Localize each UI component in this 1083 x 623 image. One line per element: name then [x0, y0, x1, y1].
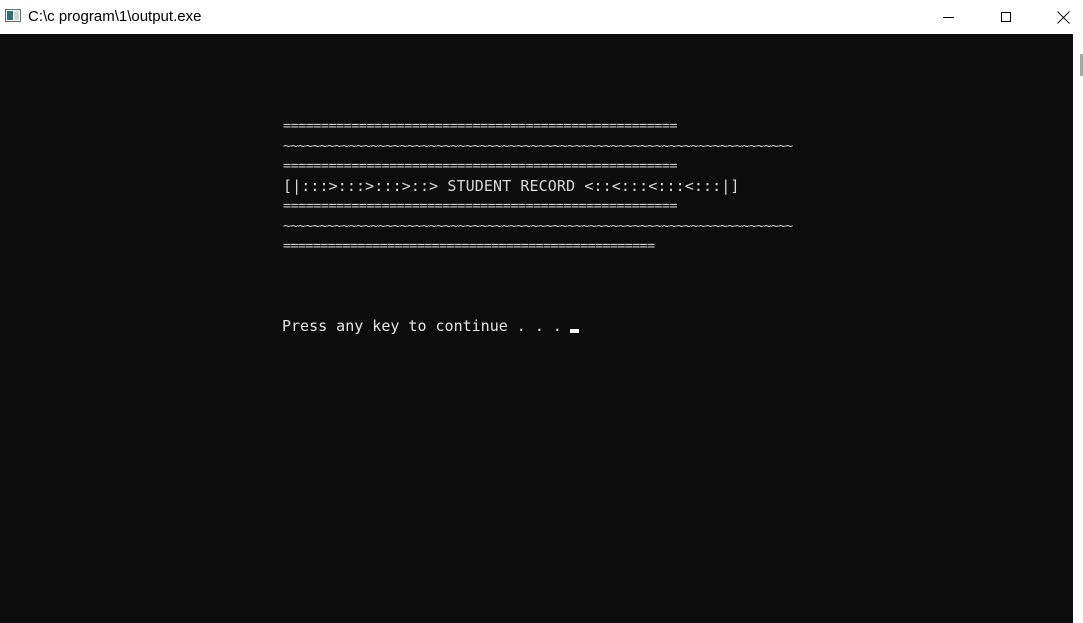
continue-prompt: Press any key to continue . . .	[282, 317, 562, 335]
window-title: C:\c program\1\output.exe	[28, 8, 202, 25]
vertical-scrollbar[interactable]	[1073, 34, 1083, 623]
console-line: ========================================…	[283, 118, 678, 134]
console-line: ========================================…	[283, 158, 678, 174]
close-button[interactable]	[1041, 0, 1083, 34]
maximize-icon	[1001, 12, 1011, 22]
console-window: C:\c program\1\output.exe ==============…	[0, 0, 1083, 623]
console-line: ========================================…	[283, 198, 678, 214]
minimize-button[interactable]	[925, 0, 971, 34]
maximize-button[interactable]	[983, 0, 1029, 34]
minimize-icon	[942, 16, 954, 18]
title-bar[interactable]: C:\c program\1\output.exe	[0, 0, 1083, 34]
console-line: ========================================…	[283, 238, 655, 254]
console-line: ~~~~~~~~~~~~~~~~~~~~~~~~~~~~~~~~~~~~~~~~…	[283, 218, 793, 234]
text-cursor	[570, 329, 579, 333]
close-icon	[1057, 10, 1071, 24]
console-heading-line: [|:::>:::>:::>::> STUDENT RECORD <::<:::…	[283, 177, 740, 195]
console-output[interactable]: ========================================…	[0, 34, 1073, 623]
console-app-icon	[5, 9, 21, 22]
console-line: ~~~~~~~~~~~~~~~~~~~~~~~~~~~~~~~~~~~~~~~~…	[283, 138, 793, 154]
